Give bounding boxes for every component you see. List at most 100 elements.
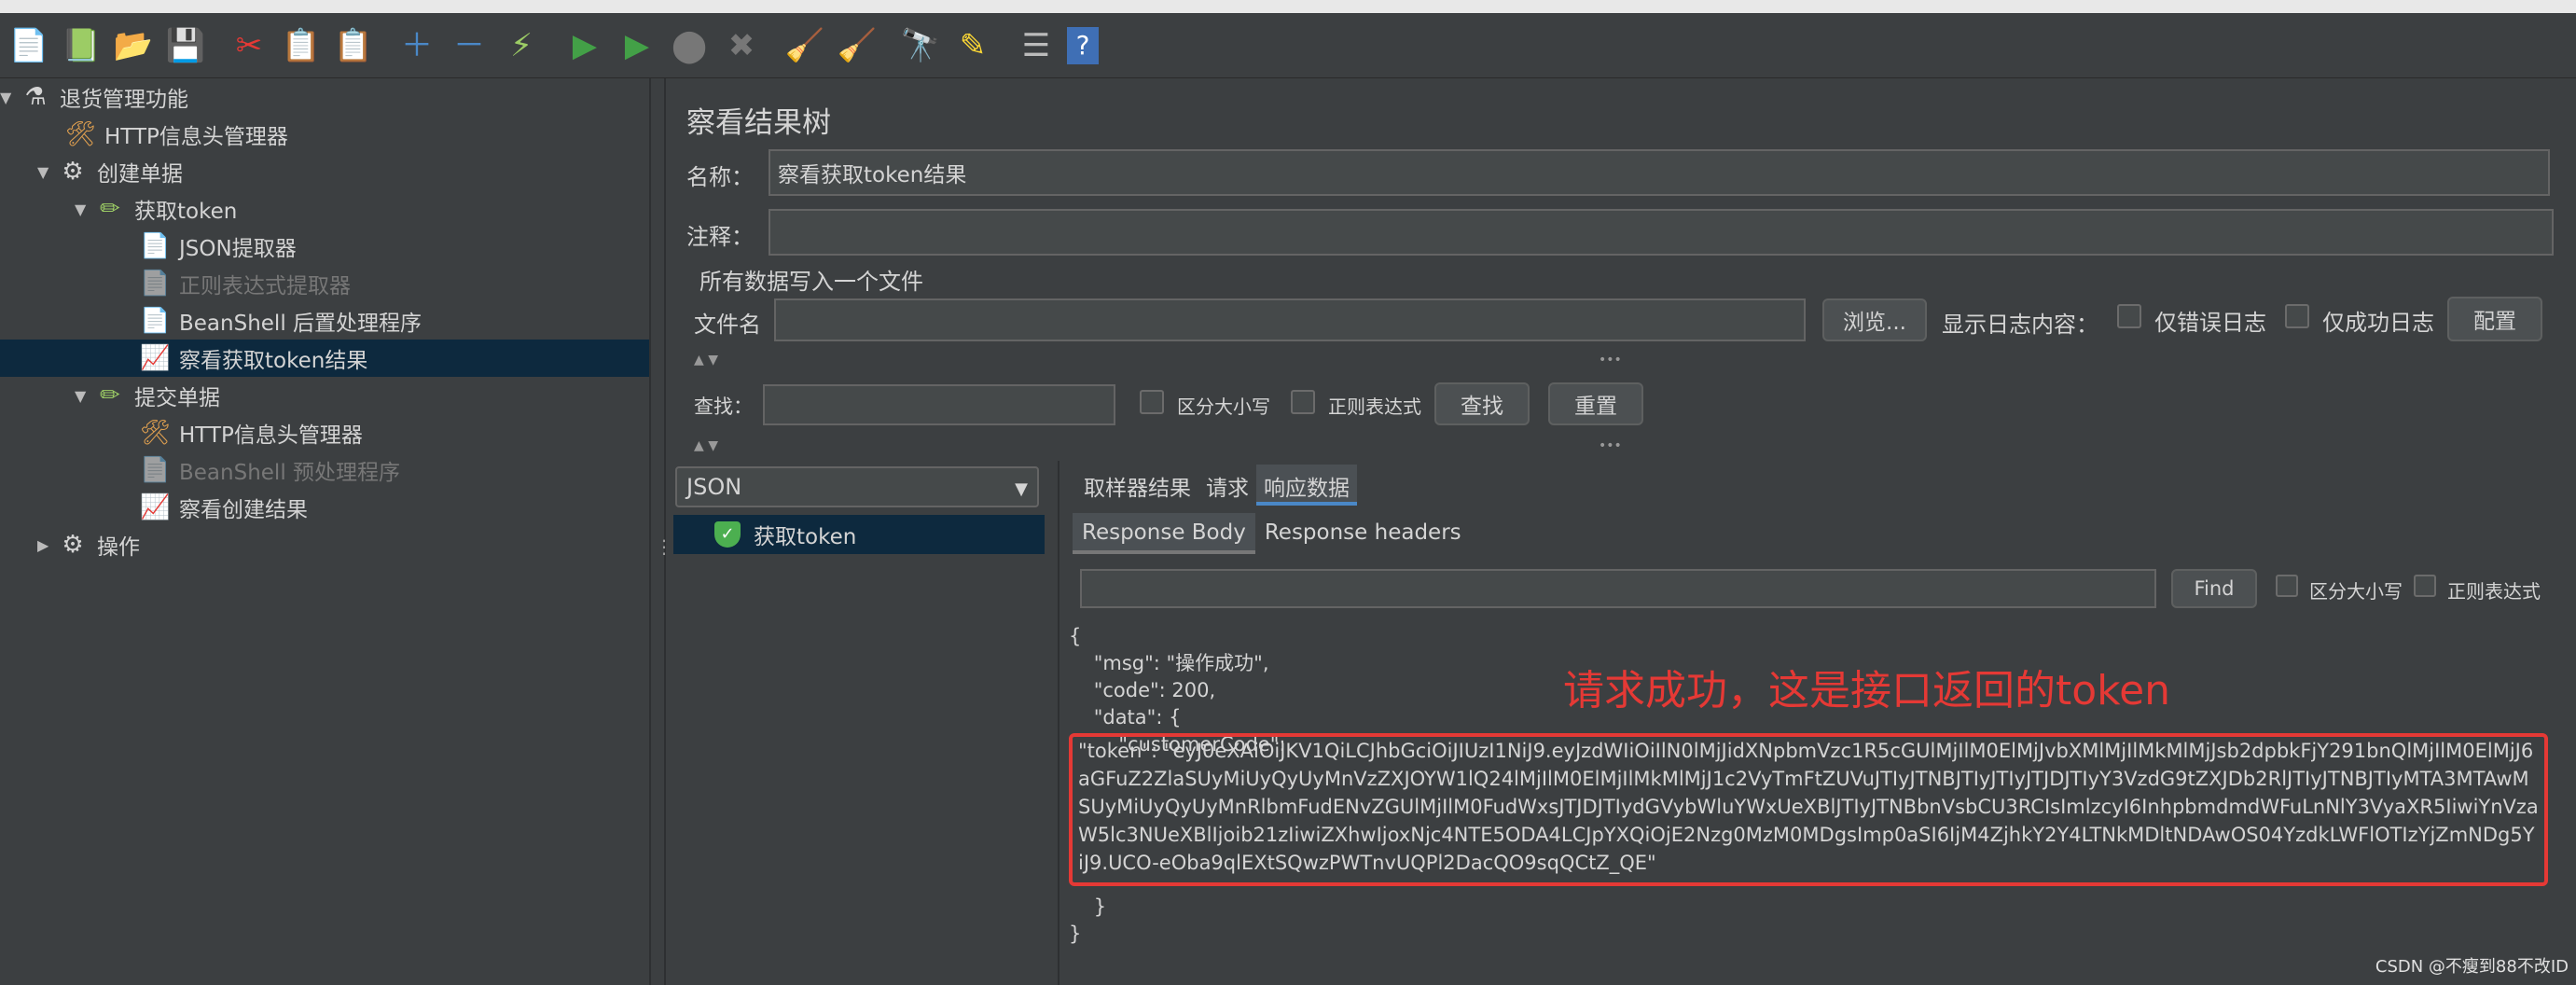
renderer-select[interactable]: JSON ▼ <box>675 466 1039 507</box>
tab-sampler-result[interactable]: 取样器结果 <box>1076 465 1198 506</box>
vertical-splitter[interactable]: ⋮ <box>653 78 673 985</box>
tree-node-operation[interactable]: ▶ ⚙ 操作 <box>37 526 140 563</box>
help-icon[interactable]: ? <box>1067 26 1099 64</box>
tools-icon: 🛠 <box>65 120 97 148</box>
gear-icon: ⚙ <box>62 531 84 559</box>
tree-node-beanshell-post[interactable]: 📄 BeanShell 后置处理程序 <box>140 302 422 340</box>
regex-checkbox[interactable] <box>1291 390 1315 414</box>
paste-icon[interactable]: 📋 <box>332 23 375 68</box>
tree-node-http-header-2[interactable]: 🛠 HTTP信息头管理器 <box>140 414 363 451</box>
tree-node-label: 操作 <box>97 535 140 560</box>
success-only-label: 仅成功日志 <box>2322 310 2434 336</box>
start-icon[interactable]: ▶ <box>563 23 606 68</box>
toggle-icon[interactable]: ⚡ <box>500 23 543 68</box>
response-case-checkbox[interactable] <box>2276 575 2298 597</box>
tree-node-root[interactable]: ▼ ⚗ 退货管理功能 <box>0 78 188 116</box>
tree-node-submit-order[interactable]: ▼ ✏ 提交单据 <box>75 377 220 414</box>
expand-arrow-icon[interactable]: ▼ <box>0 89 21 106</box>
expand-arrow-icon[interactable]: ▼ <box>37 163 58 181</box>
response-body-tail: }} <box>1069 894 2570 950</box>
reset-button[interactable]: 重置 <box>1548 382 1643 425</box>
regex-label: 正则表达式 <box>1328 395 1421 418</box>
result-item[interactable]: ✓ 获取token <box>673 515 1045 554</box>
tree-node-regex-extractor[interactable]: 📄 正则表达式提取器 <box>140 265 351 302</box>
case-sensitive-checkbox[interactable] <box>1140 390 1164 414</box>
tree-node-label: 察看获取token结果 <box>179 349 368 373</box>
shutdown-icon[interactable]: ✖ <box>720 23 763 68</box>
filename-field[interactable] <box>774 298 1806 341</box>
renderer-select-value: JSON <box>686 474 742 500</box>
success-only-checkbox[interactable] <box>2285 304 2309 328</box>
tab-response-headers[interactable]: Response headers <box>1255 513 1471 554</box>
response-find-input[interactable] <box>1080 569 2156 608</box>
result-tabs: 取样器结果 请求 响应数据 <box>1076 465 1357 506</box>
collapse-arrows-icon[interactable]: ▲ ▼ <box>694 353 718 368</box>
expand-arrow-icon[interactable]: ▼ <box>75 387 95 405</box>
tree-node-view-create-result[interactable]: 📈 察看创建结果 <box>140 489 308 526</box>
watermark: CSDN @不瘦到88不改ID <box>2375 957 2569 977</box>
find-button[interactable]: 查找 <box>1434 382 1530 425</box>
tree-node-json-extractor[interactable]: 📄 JSON提取器 <box>140 228 297 265</box>
tab-response-data[interactable]: 响应数据 <box>1256 465 1357 506</box>
collapsible-divider[interactable]: ▲ ▼ ••• <box>694 353 2559 369</box>
response-find-button[interactable]: Find <box>2171 569 2257 608</box>
templates-icon[interactable]: 📗 <box>60 23 103 68</box>
stop-icon[interactable]: ⬤ <box>668 23 711 68</box>
collapse-icon[interactable]: － <box>448 23 491 68</box>
response-regex-checkbox[interactable] <box>2414 575 2436 597</box>
reset-search-icon[interactable]: ✎ <box>951 23 994 68</box>
drag-handle-icon[interactable]: ••• <box>1599 353 1622 368</box>
tree-node-create-order[interactable]: ▼ ⚙ 创建单据 <box>37 153 183 190</box>
annotation-text: 请求成功，这是接口返回的token <box>1563 667 2171 714</box>
errors-only-checkbox[interactable] <box>2117 304 2141 328</box>
new-icon[interactable]: 📄 <box>7 23 50 68</box>
response-subtabs: Response Body Response headers <box>1073 513 1471 554</box>
tab-request[interactable]: 请求 <box>1198 465 1256 506</box>
result-detail-panel: 取样器结果 请求 响应数据 Response Body Response hea… <box>1058 461 2576 985</box>
tab-response-body[interactable]: Response Body <box>1073 513 1255 554</box>
tree-node-label: 创建单据 <box>97 162 183 187</box>
copy-icon[interactable]: 📋 <box>280 23 323 68</box>
name-label: 名称： <box>686 164 754 190</box>
tree-node-beanshell-pre[interactable]: 📄 BeanShell 预处理程序 <box>140 451 400 489</box>
tools-icon: 🛠 <box>140 419 172 447</box>
collapse-arrows-icon[interactable]: ▲ ▼ <box>694 438 718 453</box>
tree-node-get-token[interactable]: ▼ ✏ 获取token <box>75 190 237 228</box>
function-helper-icon[interactable]: ☰ <box>1015 23 1058 68</box>
name-field[interactable]: 察看获取token结果 <box>769 149 2550 196</box>
collapse-arrow-icon[interactable]: ▶ <box>37 536 58 554</box>
case-sensitive-label: 区分大小写 <box>1177 395 1270 418</box>
chart-icon: 📈 <box>140 344 171 372</box>
save-icon[interactable]: 💾 <box>164 23 207 68</box>
browse-button[interactable]: 浏览... <box>1822 298 1927 341</box>
tree-node-http-header-1[interactable]: 🛠 HTTP信息头管理器 <box>45 116 288 153</box>
expand-icon[interactable]: ＋ <box>395 23 438 68</box>
tree-node-label: BeanShell 预处理程序 <box>179 461 401 485</box>
expand-arrow-icon[interactable]: ▼ <box>75 201 95 218</box>
start-no-pause-icon[interactable]: ▶ <box>616 23 658 68</box>
config-button[interactable]: 配置 <box>2447 297 2542 341</box>
cut-icon[interactable]: ✂ <box>228 23 270 68</box>
search-icon[interactable]: 🔭 <box>899 23 942 68</box>
tree-node-view-token-result[interactable]: 📈 察看获取token结果 <box>0 340 649 377</box>
tree-node-label: 获取token <box>134 200 238 224</box>
comment-field[interactable] <box>769 209 2554 256</box>
chart-icon: 📈 <box>140 493 171 521</box>
chevron-down-icon: ▼ <box>1015 479 1028 499</box>
tree-node-label: 正则表达式提取器 <box>179 274 351 298</box>
document-icon: 📄 <box>140 232 171 260</box>
collapsible-divider[interactable]: ▲ ▼ ••• <box>694 438 2559 455</box>
flask-icon: ⚗ <box>24 83 47 111</box>
response-regex-label: 正则表达式 <box>2447 580 2541 603</box>
tree-node-label: HTTP信息头管理器 <box>104 125 288 149</box>
document-icon: 📄 <box>140 270 171 298</box>
json-line: } <box>1069 895 1107 918</box>
tree-node-label: JSON提取器 <box>179 237 297 261</box>
success-shield-icon: ✓ <box>714 521 741 548</box>
clear-icon[interactable]: 🧹 <box>783 23 826 68</box>
search-input[interactable] <box>763 384 1115 425</box>
token-highlight-box: "token": "eyJ0eXAiOiJKV1QiLCJhbGciOiJIUz… <box>1069 733 2548 886</box>
drag-handle-icon[interactable]: ••• <box>1599 438 1622 453</box>
open-icon[interactable]: 📂 <box>112 23 155 68</box>
clear-all-icon[interactable]: 🧹 <box>836 23 879 68</box>
